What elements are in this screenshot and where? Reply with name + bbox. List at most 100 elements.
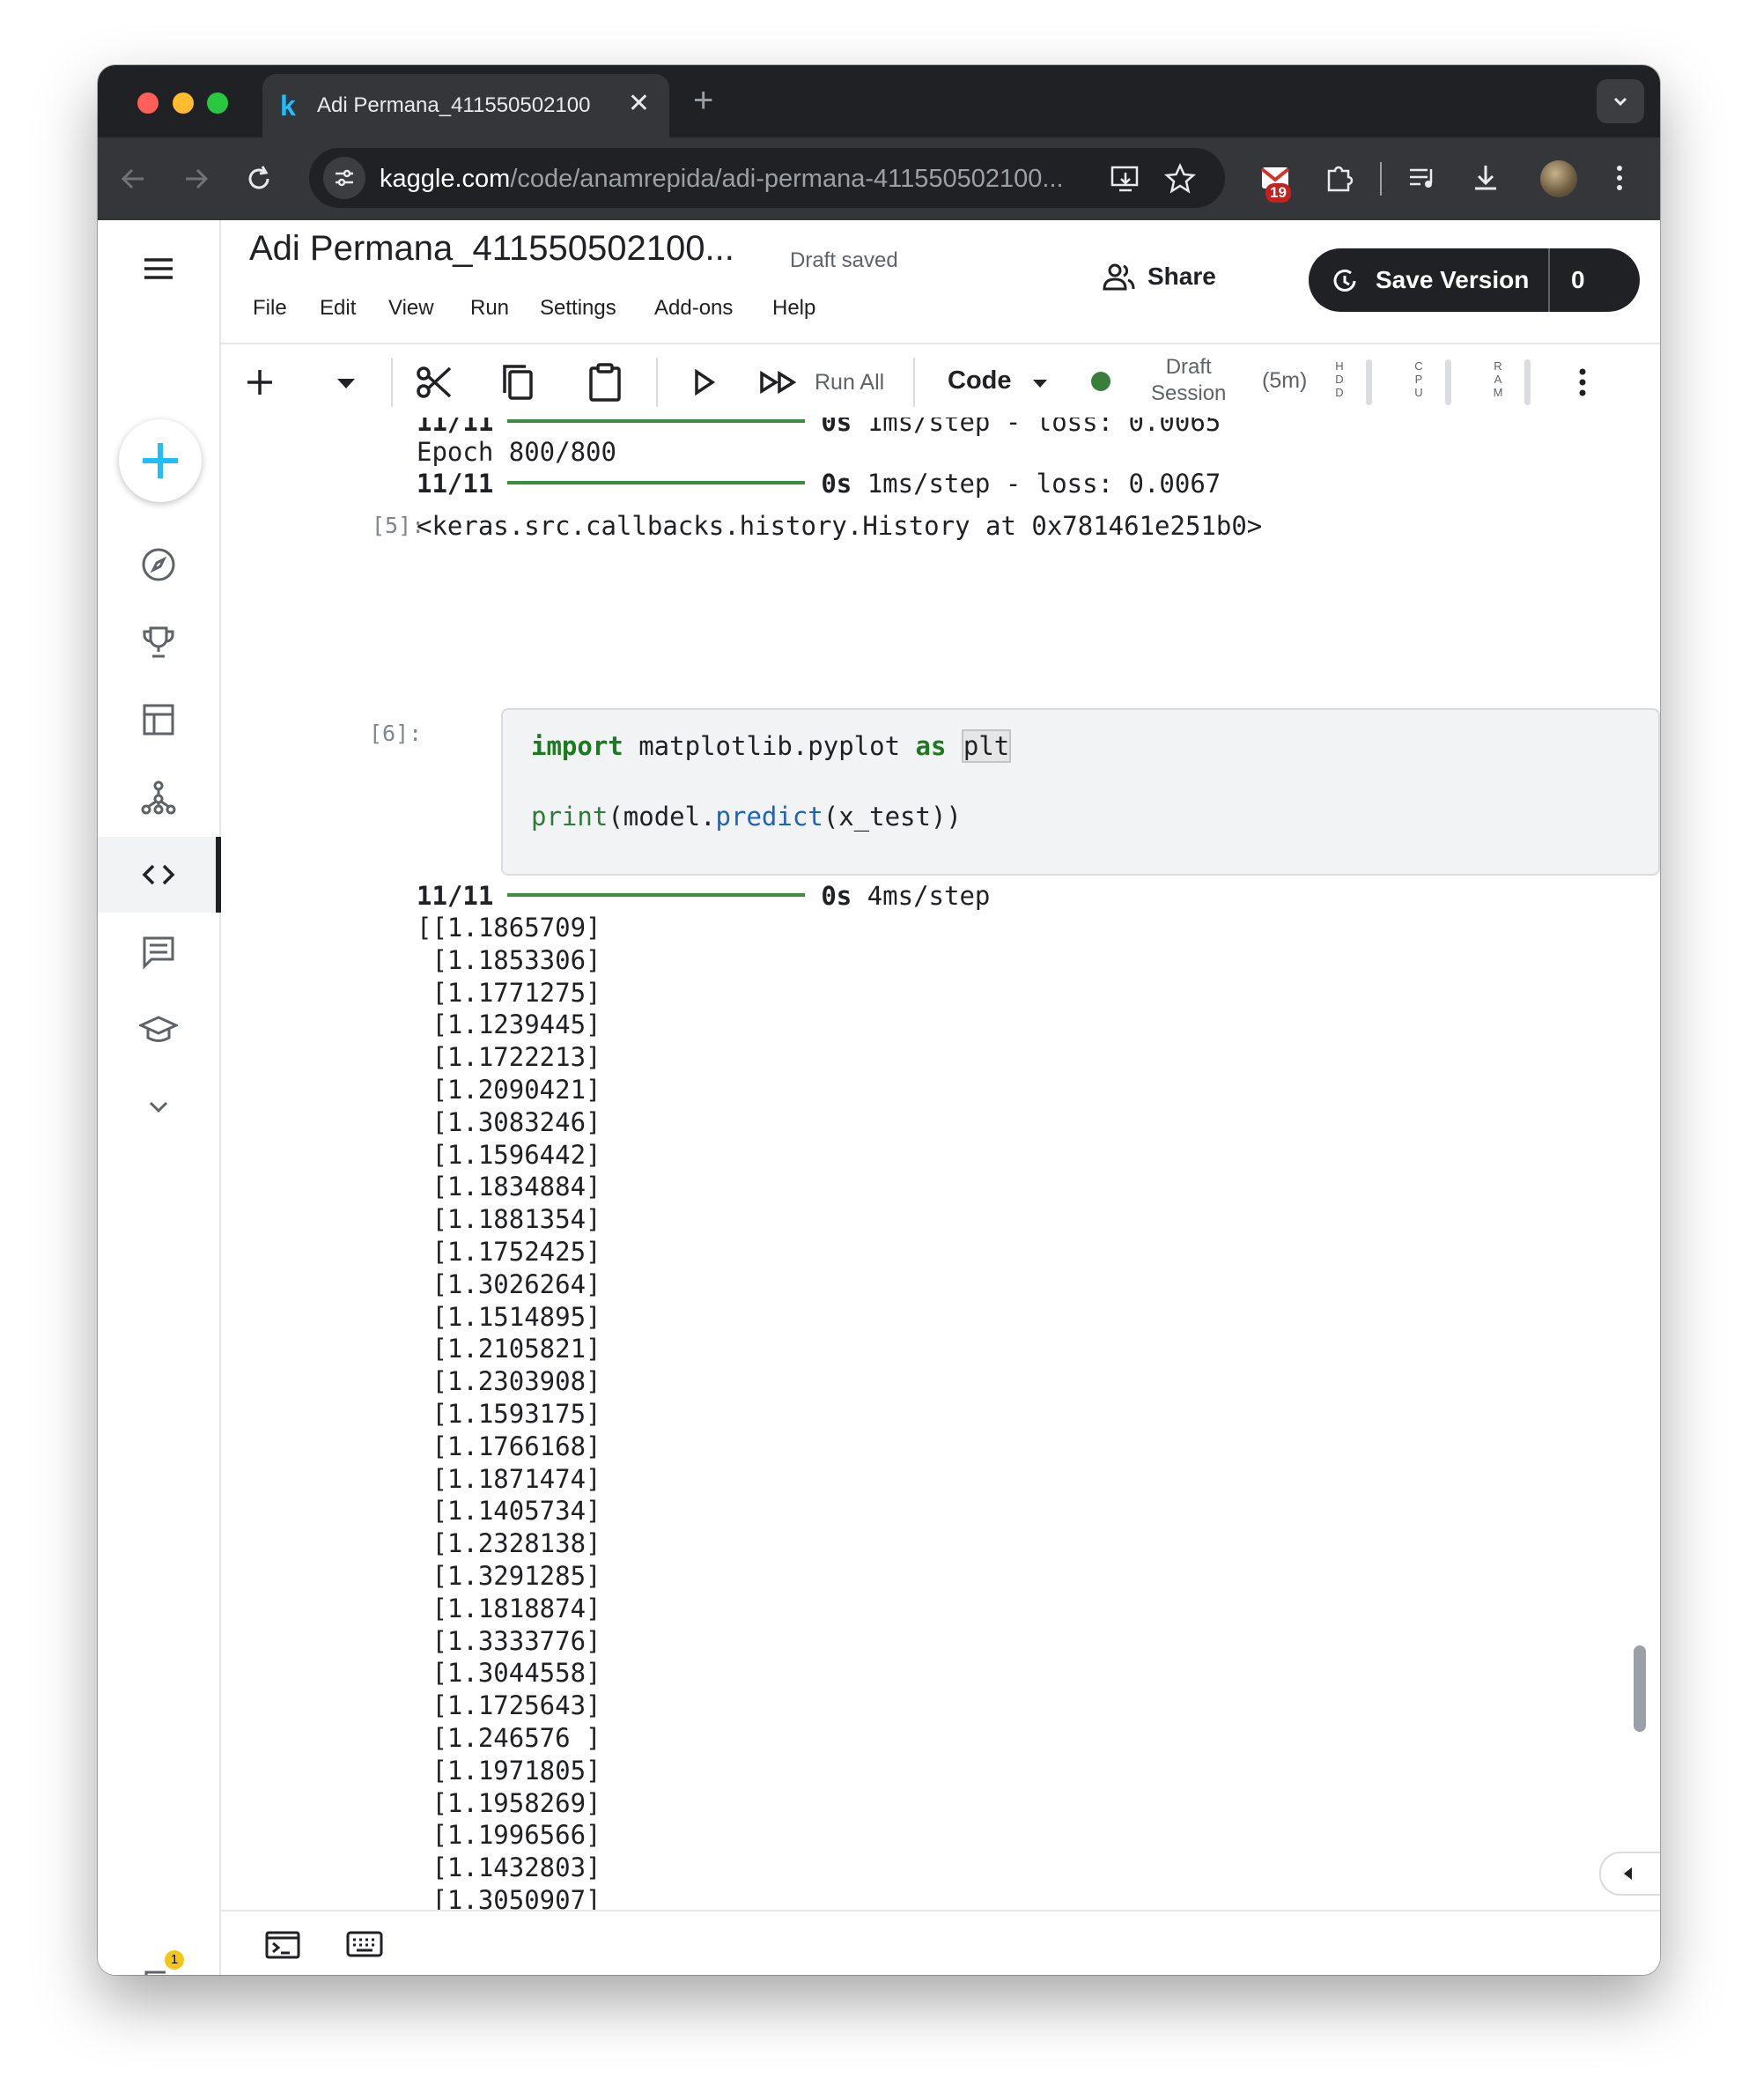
run-all-label[interactable]: Run All [815, 370, 884, 396]
header-divider [221, 343, 1660, 344]
bookmark-star-icon[interactable] [1163, 162, 1197, 196]
session-status-dot [1091, 372, 1110, 391]
prediction-row: [1.1818874] [417, 1593, 601, 1623]
rail-item-datasets[interactable] [98, 682, 219, 758]
menu-item-add-ons[interactable]: Add-ons [654, 296, 733, 321]
rail-item-learn[interactable] [98, 992, 219, 1068]
menu-item-file[interactable]: File [253, 296, 287, 321]
progress-time: 0s [821, 469, 852, 499]
menu-item-view[interactable]: View [388, 296, 434, 321]
copy-icon[interactable] [498, 361, 540, 403]
prediction-row: [1.1834884] [417, 1172, 601, 1202]
run-cell-icon[interactable] [682, 361, 725, 403]
method-name: predict [715, 802, 823, 832]
session-status[interactable]: Draft Session [1151, 354, 1226, 407]
rail-item-competitions[interactable] [98, 604, 219, 680]
prediction-row: [1.1958269] [417, 1787, 601, 1818]
prediction-row: [1.1996566] [417, 1820, 601, 1851]
prediction-row: [1.3044558] [417, 1658, 601, 1689]
menu-item-edit[interactable]: Edit [320, 296, 356, 321]
alias-highlight: plt [961, 729, 1012, 763]
hdd-meter-label: HDD [1335, 359, 1344, 399]
caret-down-icon[interactable] [325, 361, 367, 403]
prediction-row: [1.1593175] [417, 1399, 601, 1429]
save-version-divider [1548, 248, 1550, 312]
share-button[interactable]: Share [1103, 262, 1216, 291]
cell-prompt: [6]: [369, 721, 423, 746]
rail-item-discussions[interactable] [98, 914, 219, 990]
code-text: (model. [608, 802, 716, 832]
prediction-row: [1.1766168] [417, 1431, 601, 1461]
close-window-button[interactable] [137, 92, 159, 114]
code-cell[interactable]: import matplotlib.pyplot as plt print(mo… [501, 708, 1660, 876]
notebook-bottom-bar [221, 1910, 1660, 1975]
prediction-row: [1.1432803] [417, 1852, 601, 1883]
progress-time: 0s [821, 418, 852, 437]
browser-menu-icon[interactable] [1611, 160, 1628, 196]
prediction-row: [1.1722213] [417, 1042, 601, 1073]
progress-bar [507, 419, 806, 423]
people-icon [1103, 263, 1135, 291]
discussion-icon [143, 936, 174, 970]
prediction-row: [1.1871474] [417, 1463, 601, 1494]
prediction-row: [1.1514895] [417, 1301, 601, 1332]
cut-scissors-icon[interactable] [413, 361, 455, 403]
paste-clipboard-icon[interactable] [584, 361, 626, 403]
minimize-window-button[interactable] [173, 92, 194, 114]
ram-meter-label: RAM [1493, 359, 1503, 399]
code-text: (x_test)) [823, 802, 962, 832]
extensions-puzzle-icon[interactable] [1322, 160, 1357, 196]
trophy-icon [143, 626, 174, 658]
console-terminal-icon[interactable] [265, 1931, 300, 1959]
create-button[interactable] [119, 419, 202, 502]
browser-tab-active[interactable]: k Adi Permana_411550502100 ✕ [262, 74, 669, 137]
profile-avatar[interactable] [1540, 160, 1577, 197]
share-label: Share [1147, 262, 1216, 290]
save-version-count[interactable]: 0 [1571, 266, 1585, 294]
prediction-row: [1.2090421] [417, 1075, 601, 1105]
prediction-row: [1.2328138] [417, 1528, 601, 1559]
tab-close-icon[interactable]: ✕ [628, 88, 650, 119]
rail-item-competitions-explore[interactable] [98, 527, 219, 603]
media-control-icon[interactable] [1405, 160, 1440, 196]
address-bar[interactable]: kaggle.com/code/anamrepida/adi-permana-4… [309, 148, 1225, 208]
run-all-icon[interactable] [756, 361, 802, 403]
notebook-title[interactable]: Adi Permana_411550502100... [249, 229, 734, 269]
cell-type-select[interactable]: Code [948, 366, 1012, 396]
prediction-row: [1.3083246] [417, 1106, 601, 1137]
menu-item-settings[interactable]: Settings [540, 296, 616, 321]
tab-search-button[interactable] [1597, 79, 1644, 123]
forward-arrow-icon[interactable] [175, 159, 216, 199]
url-path: /code/anamrepida/adi-permana-41155050210… [510, 165, 1064, 193]
new-tab-button[interactable]: + [693, 81, 713, 121]
prediction-row: [1.3026264] [417, 1268, 601, 1299]
rail-item-models[interactable] [98, 759, 219, 835]
rail-item-code[interactable] [98, 837, 221, 913]
notification-badge: 1 [165, 1950, 184, 1970]
browser-toolbar: kaggle.com/code/anamrepida/adi-permana-4… [98, 137, 1660, 220]
back-arrow-icon[interactable] [114, 159, 154, 199]
compass-icon [142, 548, 175, 581]
code-brackets-icon [142, 864, 175, 885]
menu-item-run[interactable]: Run [470, 296, 509, 321]
save-version-button[interactable]: Save Version 0 [1309, 248, 1640, 312]
rail-more-button[interactable] [98, 1069, 219, 1145]
caret-down-icon[interactable] [1024, 361, 1056, 403]
menu-item-help[interactable]: Help [772, 296, 815, 321]
toolbar-divider [656, 358, 658, 407]
rail-item-recently-viewed[interactable] [98, 1947, 219, 1975]
install-app-icon[interactable] [1109, 162, 1142, 196]
version-history-icon [1333, 270, 1356, 292]
notebook-more-icon[interactable] [1574, 365, 1591, 400]
hdd-meter-bar [1366, 359, 1372, 405]
maximize-window-button[interactable] [207, 92, 228, 114]
hamburger-menu-button[interactable] [98, 231, 219, 307]
reload-icon[interactable] [239, 159, 279, 199]
scrollbar-thumb[interactable] [1634, 1645, 1646, 1732]
site-info-icon[interactable] [323, 157, 365, 199]
add-cell-icon[interactable] [239, 361, 281, 403]
download-icon[interactable] [1468, 160, 1503, 196]
toggle-side-panel-button[interactable] [1599, 1852, 1660, 1896]
keyword: import [531, 731, 623, 761]
keyboard-shortcuts-icon[interactable] [346, 1931, 383, 1957]
